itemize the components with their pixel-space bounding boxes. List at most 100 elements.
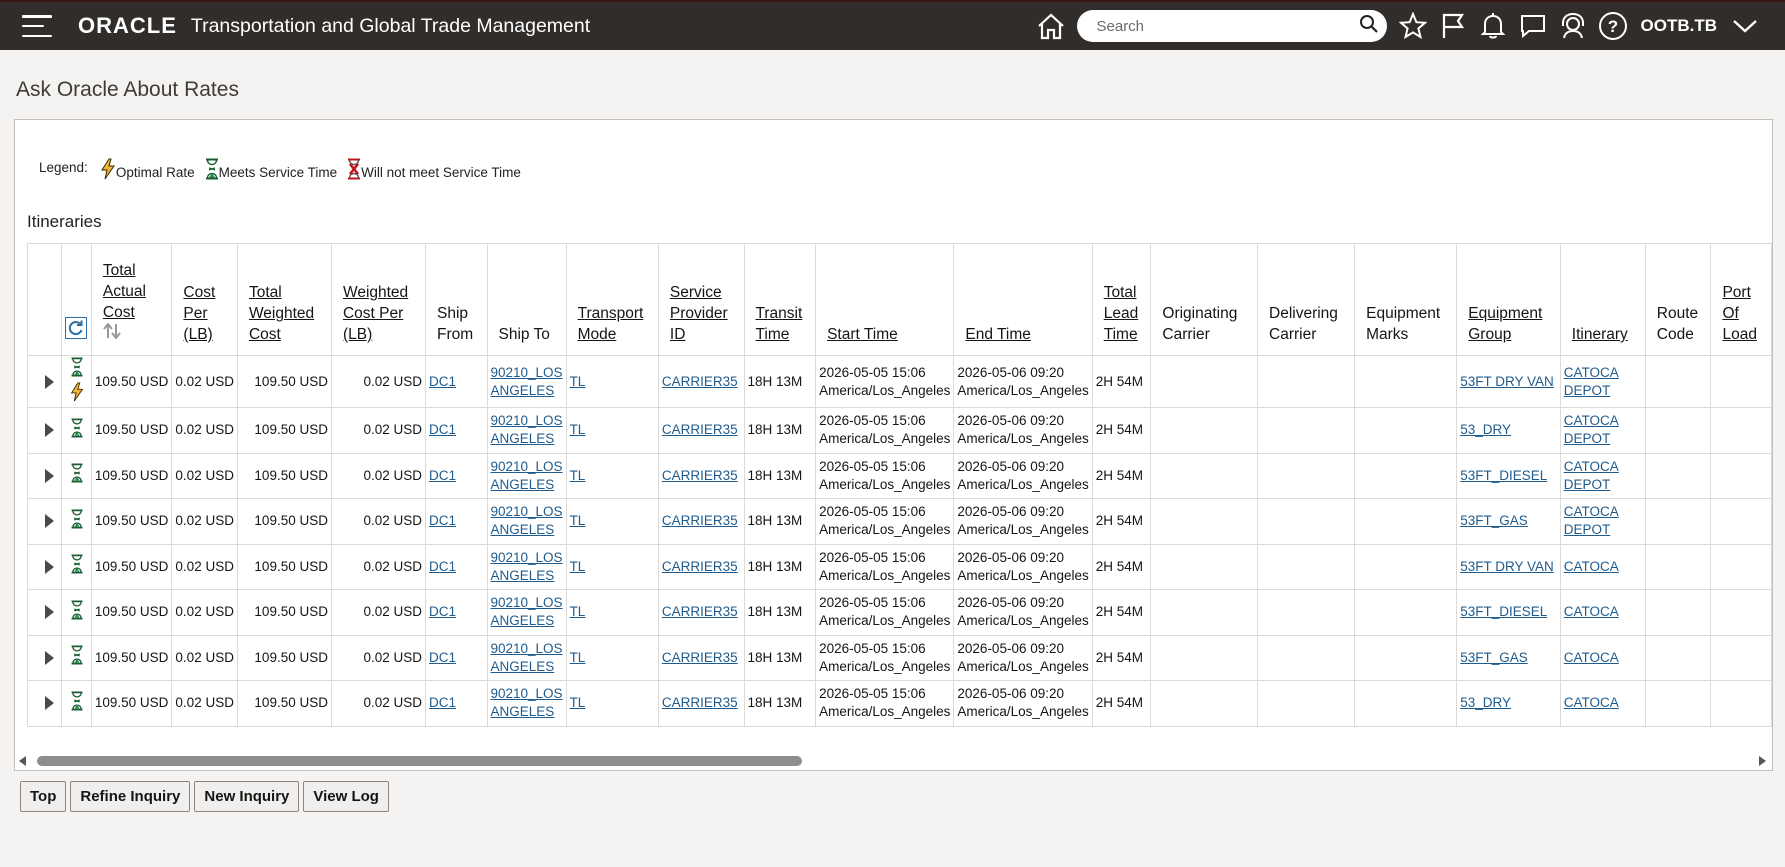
transport-mode-link[interactable]: TL: [570, 513, 586, 528]
ship-to-link[interactable]: 90210_LOS ANGELES: [491, 641, 563, 674]
service-provider-link[interactable]: CARRIER35: [662, 650, 738, 665]
sort-icon[interactable]: [103, 322, 162, 345]
column-header[interactable]: Transport Mode: [565, 243, 659, 356]
equipment-group-link[interactable]: 53FT_DIESEL: [1460, 604, 1547, 619]
ship-from-link[interactable]: DC1: [429, 559, 456, 574]
itinerary-link[interactable]: CATOCA: [1564, 559, 1619, 574]
itinerary-link[interactable]: CATOCA: [1564, 650, 1619, 665]
ship-from-link[interactable]: DC1: [429, 650, 456, 665]
service-provider-link[interactable]: CARRIER35: [662, 604, 738, 619]
service-provider-link[interactable]: CARRIER35: [662, 559, 738, 574]
ship-from-link[interactable]: DC1: [429, 422, 456, 437]
search-icon[interactable]: [1359, 14, 1379, 39]
table-row[interactable]: 109.50 USD 0.02 USD 109.50 USD 0.02 USD DC1 9…: [27, 355, 1772, 408]
table-row[interactable]: 109.50 USD 0.02 USD 109.50 USD 0.02 USD DC1 9…: [27, 407, 1772, 454]
scrollbar-thumb[interactable]: [37, 756, 802, 766]
user-name[interactable]: OOTB.TB: [1641, 16, 1718, 36]
itinerary-link[interactable]: CATOCA DEPOT: [1564, 504, 1619, 537]
ship-to-link[interactable]: 90210_LOS ANGELES: [491, 504, 563, 537]
ship-to-link[interactable]: 90210_LOS ANGELES: [491, 550, 563, 583]
ship-to-link[interactable]: 90210_LOS ANGELES: [491, 365, 563, 398]
top-button[interactable]: Top: [20, 781, 67, 812]
column-header[interactable]: Equipment Group: [1456, 243, 1561, 356]
itinerary-link[interactable]: CATOCA: [1564, 604, 1619, 619]
table-row[interactable]: 109.50 USD 0.02 USD 109.50 USD 0.02 USD DC1 9…: [27, 634, 1772, 681]
transport-mode-link[interactable]: TL: [570, 695, 586, 710]
column-header[interactable]: Weighted Cost Per (LB): [330, 243, 426, 356]
equipment-group-link[interactable]: 53FT DRY VAN: [1460, 374, 1554, 389]
itinerary-link[interactable]: CATOCA DEPOT: [1564, 413, 1619, 446]
ship-from-link[interactable]: DC1: [429, 695, 456, 710]
expand-row-icon[interactable]: [45, 696, 54, 711]
transport-mode-link[interactable]: TL: [570, 650, 586, 665]
equipment-group-link[interactable]: 53FT_DIESEL: [1460, 468, 1547, 483]
itinerary-link[interactable]: CATOCA: [1564, 695, 1619, 710]
expand-row-icon[interactable]: [45, 605, 54, 620]
chevron-down-icon[interactable]: [1725, 6, 1765, 46]
transport-mode-link[interactable]: TL: [570, 468, 586, 483]
table-row[interactable]: 109.50 USD 0.02 USD 109.50 USD 0.02 USD DC1 9…: [27, 680, 1772, 727]
help-icon[interactable]: ?: [1593, 6, 1633, 46]
column-header[interactable]: Transit Time: [743, 243, 817, 356]
view-log-button[interactable]: View Log: [303, 781, 389, 812]
ship-from-link[interactable]: DC1: [429, 604, 456, 619]
column-header[interactable]: End Time: [953, 243, 1093, 356]
equipment-group-link[interactable]: 53FT_GAS: [1460, 513, 1528, 528]
horizontal-scrollbar[interactable]: [15, 752, 1772, 770]
column-header[interactable]: Total Weighted Cost: [236, 243, 332, 356]
ship-to-link[interactable]: 90210_LOS ANGELES: [491, 413, 563, 446]
column-header[interactable]: Start Time: [815, 243, 955, 356]
equipment-group-link[interactable]: 53_DRY: [1460, 695, 1511, 710]
transport-mode-link[interactable]: TL: [570, 604, 586, 619]
refine-inquiry-button[interactable]: Refine Inquiry: [70, 781, 191, 812]
expand-row-icon[interactable]: [45, 650, 54, 665]
expand-row-icon[interactable]: [45, 374, 54, 389]
column-header[interactable]: Cost Per (LB): [171, 243, 238, 356]
ship-from-link[interactable]: DC1: [429, 513, 456, 528]
expand-row-icon[interactable]: [45, 468, 54, 483]
column-header[interactable]: Total Lead Time: [1091, 243, 1152, 356]
hamburger-menu-icon[interactable]: [22, 15, 52, 37]
refresh-icon[interactable]: [65, 317, 88, 339]
itinerary-link[interactable]: CATOCA DEPOT: [1564, 365, 1619, 398]
service-provider-link[interactable]: CARRIER35: [662, 422, 738, 437]
service-provider-link[interactable]: CARRIER35: [662, 695, 738, 710]
column-header[interactable]: Service Provider ID: [657, 243, 745, 356]
service-provider-link[interactable]: CARRIER35: [662, 513, 738, 528]
equipment-group-link[interactable]: 53FT_GAS: [1460, 650, 1528, 665]
ship-to-link[interactable]: 90210_LOS ANGELES: [491, 595, 563, 628]
search-input[interactable]: [1096, 17, 1359, 35]
expand-row-icon[interactable]: [45, 559, 54, 574]
support-agent-icon[interactable]: [1553, 6, 1593, 46]
favorites-star-icon[interactable]: [1393, 6, 1433, 46]
column-header[interactable]: Total Actual Cost: [90, 243, 173, 356]
column-header[interactable]: Port Of Load: [1710, 243, 1772, 356]
scroll-right-arrow-icon[interactable]: [1759, 756, 1766, 766]
transport-mode-link[interactable]: TL: [570, 422, 586, 437]
table-row[interactable]: 109.50 USD 0.02 USD 109.50 USD 0.02 USD DC1 9…: [27, 543, 1772, 590]
ship-from-link[interactable]: DC1: [429, 374, 456, 389]
ship-from-link[interactable]: DC1: [429, 468, 456, 483]
column-header[interactable]: Itinerary: [1559, 243, 1646, 356]
home-icon[interactable]: [1031, 6, 1071, 46]
notifications-bell-icon[interactable]: [1473, 6, 1513, 46]
equipment-group-link[interactable]: 53_DRY: [1460, 422, 1511, 437]
equipment-group-link[interactable]: 53FT DRY VAN: [1460, 559, 1554, 574]
messages-icon[interactable]: [1513, 6, 1553, 46]
transport-mode-link[interactable]: TL: [570, 559, 586, 574]
ship-to-link[interactable]: 90210_LOS ANGELES: [491, 686, 563, 719]
expand-row-icon[interactable]: [45, 423, 54, 438]
expand-row-icon[interactable]: [45, 514, 54, 529]
table-row[interactable]: 109.50 USD 0.02 USD 109.50 USD 0.02 USD DC1 9…: [27, 452, 1772, 499]
transport-mode-link[interactable]: TL: [570, 374, 586, 389]
service-provider-link[interactable]: CARRIER35: [662, 468, 738, 483]
new-inquiry-button[interactable]: New Inquiry: [194, 781, 300, 812]
itinerary-link[interactable]: CATOCA DEPOT: [1564, 459, 1619, 492]
service-provider-link[interactable]: CARRIER35: [662, 374, 738, 389]
flag-icon[interactable]: [1433, 6, 1473, 46]
scroll-left-arrow-icon[interactable]: [19, 756, 26, 766]
table-row[interactable]: 109.50 USD 0.02 USD 109.50 USD 0.02 USD DC1 9…: [27, 498, 1772, 545]
empty-cell: [1710, 355, 1772, 408]
ship-to-link[interactable]: 90210_LOS ANGELES: [491, 459, 563, 492]
table-row[interactable]: 109.50 USD 0.02 USD 109.50 USD 0.02 USD DC1 9…: [27, 589, 1772, 636]
